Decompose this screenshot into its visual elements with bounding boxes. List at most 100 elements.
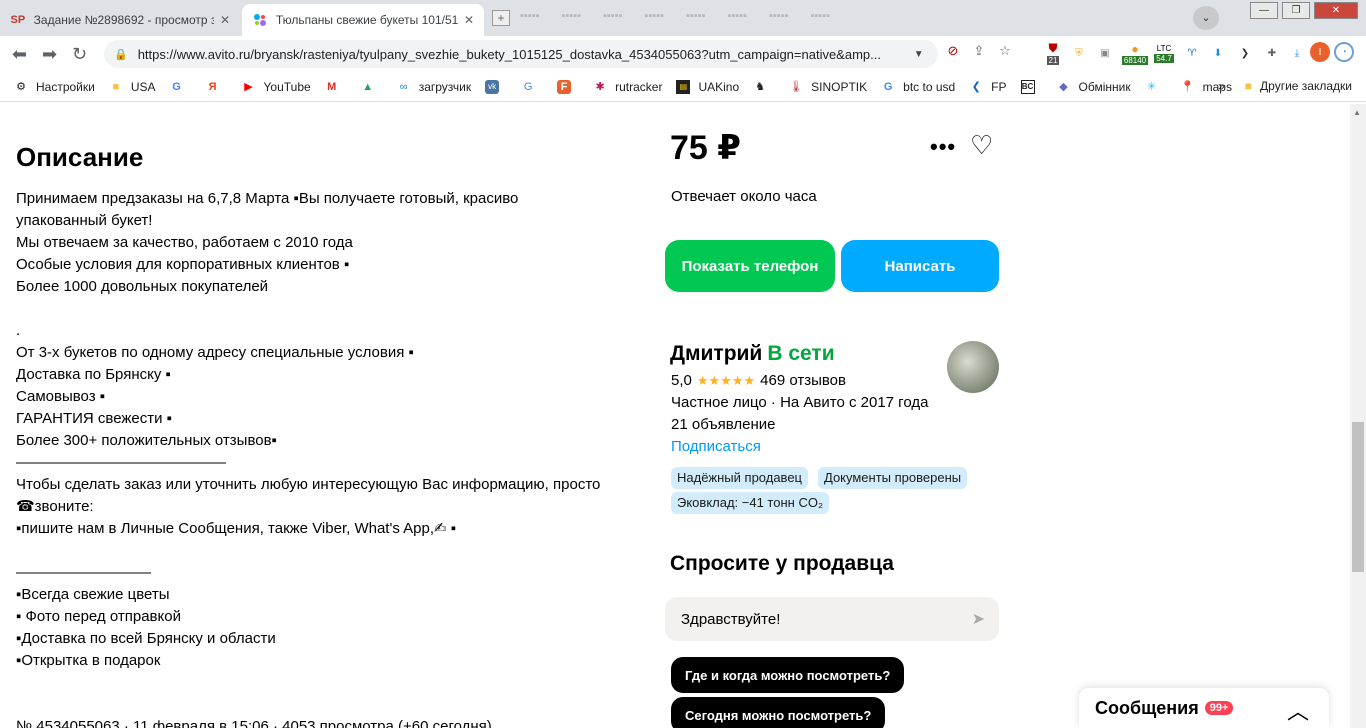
bookmark-bc[interactable]: BC xyxy=(1020,79,1043,94)
description-line: ГАРАНТИЯ свежести ▪ xyxy=(16,410,172,427)
save-extension-icon[interactable]: ⬇ xyxy=(1210,42,1226,64)
reviews-link[interactable]: 469 отзывов xyxy=(760,372,846,389)
bookmark-yandex[interactable]: Я xyxy=(206,80,228,94)
description-line xyxy=(16,672,636,694)
bookmark-star[interactable]: ✳ xyxy=(1145,80,1167,94)
ltc-label: LTC xyxy=(1156,43,1172,53)
messages-badge: 99+ xyxy=(1204,701,1234,715)
more-options-icon[interactable]: ••• xyxy=(930,134,956,160)
bookmark-drive[interactable]: ▲ xyxy=(361,80,383,94)
tab-search-icon[interactable]: ⌄ xyxy=(1193,6,1219,30)
terminal-extension-icon[interactable]: ❯ xyxy=(1237,42,1253,64)
subscribe-link[interactable]: Подписаться xyxy=(671,438,761,455)
bookmark-btc[interactable]: Gbtc to usd xyxy=(881,80,955,94)
folder-icon: ■ xyxy=(112,80,120,93)
tag-eco[interactable]: Эковклад: −41 тонн CO₂ xyxy=(671,492,829,514)
briefcase-extension-icon[interactable]: ▣ xyxy=(1096,42,1114,64)
btc-badge: 68140 xyxy=(1121,55,1149,65)
seller-avatar[interactable] xyxy=(947,341,999,393)
bookmark-youtube[interactable]: ▶ YouTube xyxy=(242,80,310,94)
messages-label[interactable]: Сообщения xyxy=(1095,698,1199,719)
description-line: Более 300+ положительных отзывов▪ xyxy=(16,432,277,449)
url-text[interactable]: https://www.avito.ru/bryansk/rasteniya/t… xyxy=(138,47,908,62)
tag-reliable[interactable]: Надёжный продавец xyxy=(671,467,808,489)
profile-avatar[interactable]: I xyxy=(1310,42,1330,62)
bookmark-exchanger[interactable]: ◆ Обмінник xyxy=(1057,80,1130,94)
chevron-up-icon[interactable]: ︿ xyxy=(1287,694,1309,726)
tab-task[interactable]: SP Задание №2898692 - просмотр з ✕ xyxy=(0,4,240,36)
gear-icon: ⚙ xyxy=(16,81,26,93)
show-phone-button[interactable]: Показать телефон xyxy=(665,240,835,292)
bookmark-rutracker[interactable]: ✱ rutracker xyxy=(593,80,662,94)
translate-icon: G xyxy=(523,80,533,93)
bookmark-uakino[interactable]: ▤ UAKino xyxy=(676,79,739,94)
bookmark-settings[interactable]: ⚙ Настройки xyxy=(14,80,95,94)
bookmark-translate[interactable]: G xyxy=(521,80,543,94)
thermometer-icon: 🌡 xyxy=(789,81,804,93)
bookmarks-more-icon[interactable]: » xyxy=(1218,79,1225,93)
bookmark-google[interactable]: G xyxy=(170,80,192,94)
ask-input[interactable]: Здравствуйте! ➤ xyxy=(665,597,999,641)
scrollbar-thumb[interactable] xyxy=(1352,422,1364,572)
bookmark-star-icon[interactable]: ☆ xyxy=(996,42,1014,60)
write-button[interactable]: Написать xyxy=(841,240,999,292)
block-icon[interactable]: ⊘ xyxy=(944,42,962,60)
other-bookmarks[interactable]: » ■ Другие закладки xyxy=(1218,79,1352,93)
seller-ads[interactable]: 21 объявление xyxy=(671,416,776,433)
back-icon[interactable]: ⬅ xyxy=(12,44,27,65)
send-icon[interactable]: ➤ xyxy=(972,609,985,629)
forward-icon[interactable]: ➡ xyxy=(42,44,57,65)
drive-icon: ▲ xyxy=(362,80,374,93)
scrollbar[interactable]: ▲ xyxy=(1350,104,1366,728)
ask-input-text[interactable]: Здравствуйте! xyxy=(681,611,780,628)
description-line: ▪ Фото перед отправкой xyxy=(16,608,181,625)
bookmark-usa[interactable]: ■ USA xyxy=(109,80,156,94)
bookmark-f[interactable]: F xyxy=(557,79,579,94)
description-line: . xyxy=(16,322,21,339)
google-icon: G xyxy=(172,80,181,93)
reload-icon[interactable]: ↻ xyxy=(72,44,87,65)
url-dropdown-icon[interactable]: ▼ xyxy=(914,49,924,60)
download-icon[interactable]: ⤓ xyxy=(1289,42,1305,64)
quick-question-chip[interactable]: Где и когда можно посмотреть? xyxy=(671,657,905,693)
shield-extension-icon[interactable]: ⛨ xyxy=(1070,42,1088,64)
scroll-up-icon[interactable]: ▲ xyxy=(1353,108,1361,117)
btc-extension[interactable]: ● 68140 xyxy=(1120,42,1150,65)
bookmark-fp[interactable]: ❮ FP xyxy=(969,80,1007,94)
new-tab-button[interactable]: + xyxy=(492,10,510,26)
rating-value: 5,0 xyxy=(671,372,692,389)
tab-title: Задание №2898692 - просмотр з xyxy=(33,13,214,27)
bookmark-sinoptik[interactable]: 🌡 SINOPTIK xyxy=(789,80,867,94)
tab-avito[interactable]: Тюльпаны свежие букеты 101/51 ✕ xyxy=(242,4,484,36)
extension-counter[interactable]: ⛊ 21 xyxy=(1042,41,1064,65)
tag-docs[interactable]: Документы проверены xyxy=(818,467,968,489)
bookmark-horse[interactable]: ♞ xyxy=(753,80,775,94)
minimize-icon[interactable]: — xyxy=(1250,2,1278,19)
seller-name-text[interactable]: Дмитрий xyxy=(670,342,762,365)
lock-icon[interactable]: 🔒 xyxy=(114,48,128,61)
chrome-menu-icon[interactable]: ◔ xyxy=(1334,42,1354,62)
collapsed-tabs: ▪▪▪▪▪ ▪▪▪▪▪ ▪▪▪▪▪ ▪▪▪▪▪ ▪▪▪▪▪ ▪▪▪▪▪ ▪▪▪▪▪ ▪▪▪▪▪ xyxy=(520,10,830,22)
extensions-icon[interactable]: ✚ xyxy=(1264,42,1280,64)
gmail-icon: M xyxy=(327,80,337,93)
quick-question-chip[interactable]: Сегодня можно посмотреть? xyxy=(671,697,886,728)
address-bar[interactable]: 🔒 https://www.avito.ru/bryansk/rasteniya… xyxy=(104,40,938,68)
ltc-extension[interactable]: LTC 54.7 xyxy=(1151,42,1177,64)
v-extension-icon[interactable]: ♈ xyxy=(1184,42,1200,64)
description-line: Принимаем предзаказы на 6,7,8 Марта ▪Вы … xyxy=(16,190,519,207)
seller-name[interactable]: Дмитрий В сети xyxy=(670,342,835,366)
share-icon[interactable]: ⇪ xyxy=(970,42,988,60)
close-tab-icon[interactable]: ✕ xyxy=(464,13,474,27)
description-text: Принимаем предзаказы на 6,7,8 Марта ▪Вы … xyxy=(16,188,636,728)
bookmark-loader[interactable]: ∞ загрузчик xyxy=(397,80,471,94)
close-tab-icon[interactable]: ✕ xyxy=(220,13,230,27)
close-window-icon[interactable]: ✕ xyxy=(1314,2,1358,19)
favorite-heart-icon[interactable]: ♡ xyxy=(970,130,993,161)
messages-panel[interactable]: Сообщения 99+ ︿ xyxy=(1079,688,1329,728)
description-line: От 3-х букетов по одному адресу специаль… xyxy=(16,344,414,361)
bookmark-vk[interactable]: vk xyxy=(485,79,507,94)
maps-pin-icon: 📍 xyxy=(1180,81,1195,93)
maximize-icon[interactable]: ❐ xyxy=(1282,2,1310,19)
bookmark-gmail[interactable]: M xyxy=(325,80,347,94)
browser-chrome: SP Задание №2898692 - просмотр з ✕ Тюльп… xyxy=(0,0,1366,104)
